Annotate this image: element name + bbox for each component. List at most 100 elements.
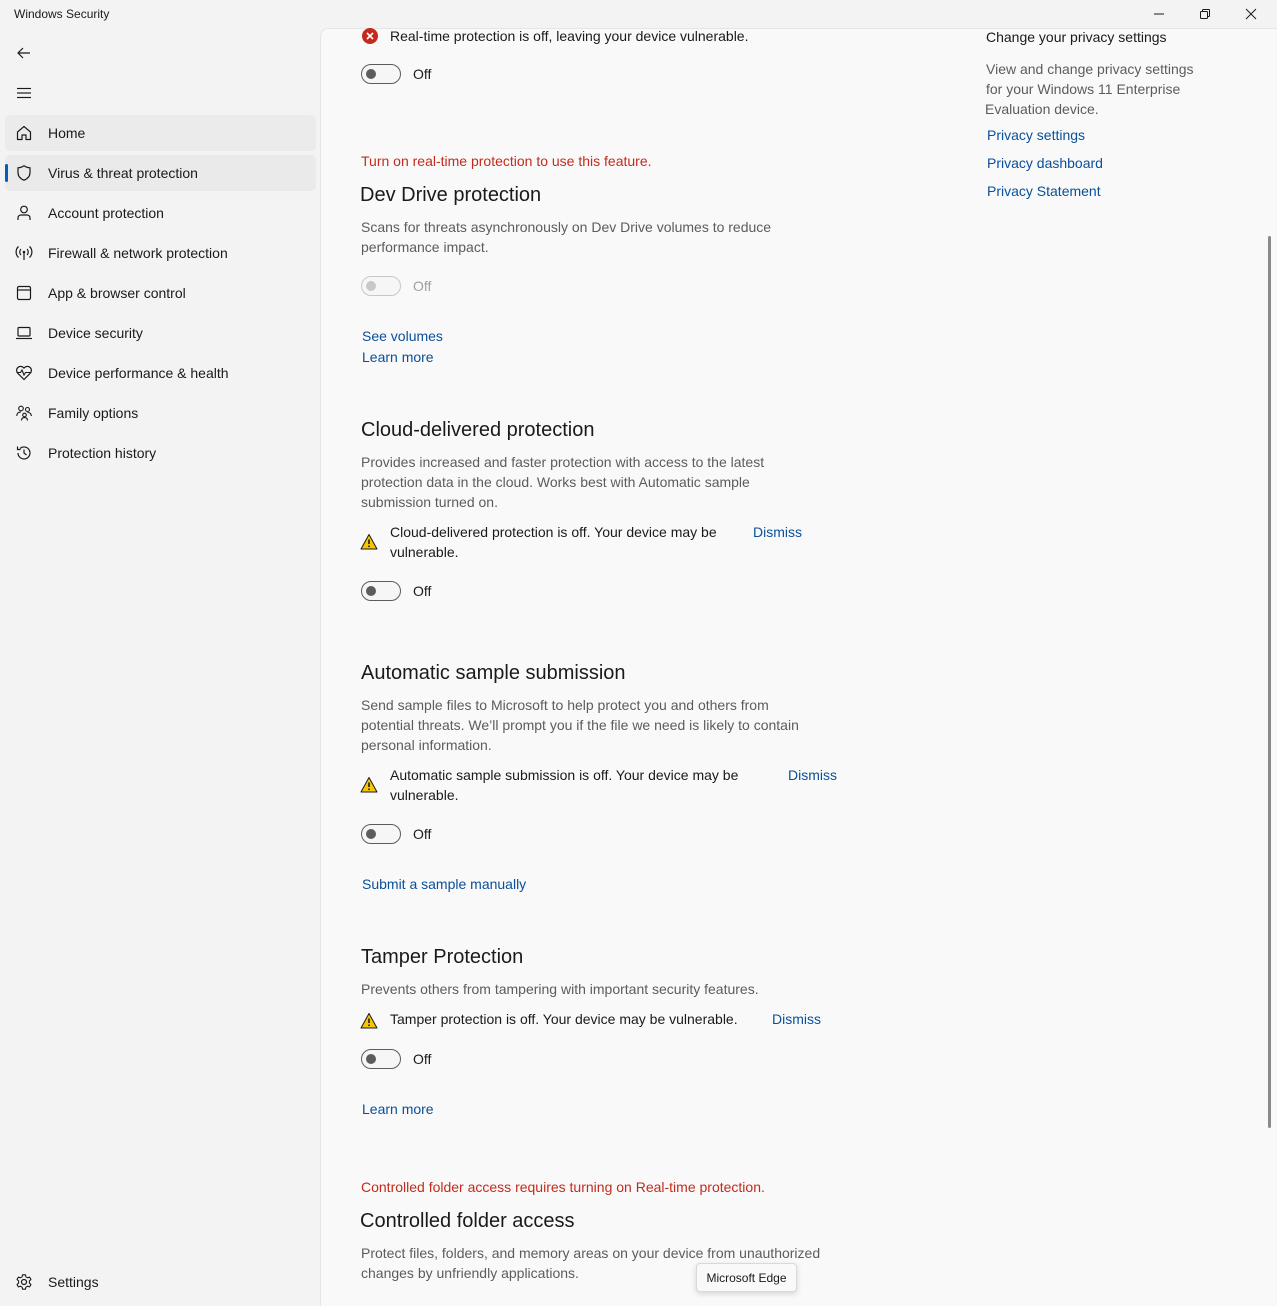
selection-indicator (5, 164, 8, 182)
app-window-icon (16, 285, 32, 301)
sidebar-item-label: Device performance & health (48, 365, 229, 381)
cloud-warning-text: Cloud-delivered protection is off. Your … (390, 524, 717, 540)
tamper-warning-text: Tamper protection is off. Your device ma… (390, 1011, 738, 1027)
hamburger-menu-button[interactable] (8, 78, 40, 108)
cloud-protection-description: submission turned on. (361, 494, 498, 510)
privacy-description: for your Windows 11 Enterprise (986, 81, 1181, 97)
see-volumes-link[interactable]: See volumes (362, 328, 443, 344)
sample-submission-description: Send sample files to Microsoft to help p… (361, 697, 769, 713)
sidebar-item-device-security[interactable]: Device security (5, 315, 316, 351)
toggle-knob (366, 69, 376, 79)
toggle-knob (366, 1054, 376, 1064)
cloud-protection-toggle[interactable] (361, 581, 401, 601)
cloud-warning-text: vulnerable. (390, 544, 459, 560)
sidebar-item-app-browser[interactable]: App & browser control (5, 275, 316, 311)
sidebar-item-label: Protection history (48, 445, 157, 461)
app-title: Windows Security (14, 7, 110, 21)
tamper-protection-toggle[interactable] (361, 1049, 401, 1069)
submit-sample-link[interactable]: Submit a sample manually (362, 876, 526, 892)
sidebar: Home Virus & threat protection Account p… (0, 28, 320, 1306)
restore-button[interactable] (1182, 0, 1228, 28)
home-icon (16, 125, 32, 141)
sidebar-item-home[interactable]: Home (5, 115, 316, 151)
cfa-title: Controlled folder access (360, 1210, 575, 1232)
cfa-description: Protect files, folders, and memory areas… (361, 1245, 821, 1261)
cloud-dismiss-link[interactable]: Dismiss (753, 524, 802, 540)
sidebar-item-firewall[interactable]: Firewall & network protection (5, 235, 316, 271)
tooltip-text: Microsoft Edge (706, 1270, 787, 1285)
person-icon (17, 205, 31, 220)
history-icon (16, 446, 31, 460)
error-icon (362, 28, 378, 44)
sample-dismiss-link[interactable]: Dismiss (788, 767, 837, 783)
back-button[interactable] (8, 38, 40, 68)
gear-icon (16, 1274, 32, 1290)
sample-submission-title: Automatic sample submission (361, 662, 626, 684)
toggle-state-label: Off (413, 583, 432, 599)
privacy-title: Change your privacy settings (986, 29, 1167, 45)
cloud-protection-title: Cloud-delivered protection (361, 419, 595, 441)
sidebar-item-label: Home (48, 125, 86, 141)
sample-submission-description: personal information. (361, 737, 492, 753)
shield-icon (17, 165, 31, 181)
sidebar-item-performance[interactable]: Device performance & health (5, 355, 316, 391)
toggle-state-label: Off (413, 278, 432, 294)
cloud-protection-description: Provides increased and faster protection… (361, 454, 765, 470)
privacy-statement-link[interactable]: Privacy Statement (987, 183, 1101, 199)
sample-submission-description: potential threats. We’ll prompt you if t… (361, 717, 799, 733)
toggle-state-label: Off (413, 1051, 432, 1067)
privacy-dashboard-link[interactable]: Privacy dashboard (987, 155, 1103, 171)
sidebar-item-label: Settings (48, 1274, 99, 1290)
sidebar-item-settings[interactable]: Settings (5, 1264, 316, 1300)
sidebar-item-family[interactable]: Family options (5, 395, 316, 431)
close-icon (1245, 8, 1257, 20)
main-content: Real-time protection is off, leaving you… (320, 28, 1277, 1306)
minimize-icon (1154, 13, 1164, 15)
sidebar-item-label: Account protection (48, 205, 164, 221)
toggle-state-label: Off (413, 826, 432, 842)
dev-drive-protection-toggle[interactable] (361, 276, 401, 296)
toggle-knob (366, 281, 376, 291)
vertical-scrollbar[interactable] (1268, 236, 1271, 1128)
tooltip: Microsoft Edge (696, 1263, 797, 1292)
toggle-knob (366, 586, 376, 596)
warning-icon (360, 1013, 378, 1029)
sidebar-item-label: App & browser control (48, 285, 186, 301)
dev-drive-description: performance impact. (361, 239, 489, 255)
sidebar-item-label: Virus & threat protection (48, 165, 198, 181)
close-button[interactable] (1228, 0, 1274, 28)
sidebar-item-label: Family options (48, 405, 139, 421)
privacy-settings-link[interactable]: Privacy settings (987, 127, 1085, 143)
wireless-icon (15, 246, 33, 260)
back-arrow-icon (17, 47, 30, 59)
cfa-description: changes by unfriendly applications. (361, 1265, 579, 1281)
warning-icon (360, 534, 378, 550)
tamper-learn-more-link[interactable]: Learn more (362, 1101, 434, 1117)
cloud-protection-description: protection data in the cloud. Works best… (361, 474, 750, 490)
toggle-knob (366, 829, 376, 839)
tamper-protection-title: Tamper Protection (361, 946, 524, 968)
sample-submission-toggle[interactable] (361, 824, 401, 844)
privacy-description: Evaluation device. (985, 101, 1099, 117)
sample-warning-text: Automatic sample submission is off. Your… (390, 767, 739, 783)
realtime-protection-toggle[interactable] (361, 64, 401, 84)
sidebar-item-label: Device security (48, 325, 143, 341)
sidebar-item-label: Firewall & network protection (48, 245, 228, 261)
toggle-state-label: Off (413, 66, 432, 82)
sidebar-item-account[interactable]: Account protection (5, 195, 316, 231)
heart-pulse-icon (16, 365, 32, 381)
sample-warning-text: vulnerable. (390, 787, 459, 803)
hamburger-icon (17, 87, 31, 99)
title-bar: Windows Security (0, 0, 1277, 28)
warning-icon (360, 777, 378, 793)
minimize-button[interactable] (1136, 0, 1182, 28)
family-icon (16, 405, 32, 421)
tamper-dismiss-link[interactable]: Dismiss (772, 1011, 821, 1027)
sidebar-item-virus-threat[interactable]: Virus & threat protection (5, 155, 316, 191)
dev-drive-title: Dev Drive protection (360, 184, 542, 206)
sidebar-item-history[interactable]: Protection history (5, 435, 316, 471)
cfa-requirement-text: Controlled folder access requires turnin… (361, 1179, 765, 1195)
realtime-status-text: Real-time protection is off, leaving you… (390, 28, 749, 44)
dev-drive-learn-more-link[interactable]: Learn more (362, 349, 434, 365)
dev-drive-description: Scans for threats asynchronously on Dev … (361, 219, 772, 235)
